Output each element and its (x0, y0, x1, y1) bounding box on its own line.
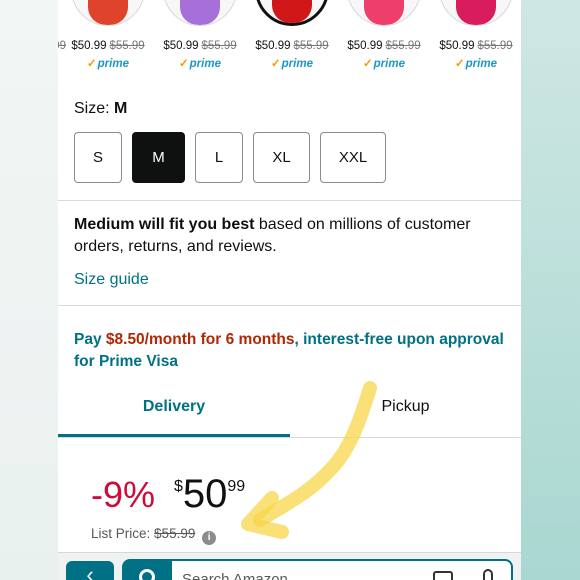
dress-image (456, 0, 496, 25)
divider (58, 437, 521, 438)
info-icon[interactable]: i (202, 531, 217, 545)
prime-check-icon: ✓ (179, 58, 189, 70)
chevron-left-icon: ‹ (86, 562, 94, 580)
prime-check-icon: ✓ (363, 58, 373, 70)
swatch-prices: $50.99 $55.99 (246, 40, 338, 52)
prime-badge: ✓prime (62, 56, 154, 70)
swatch-thumbnail[interactable] (163, 0, 237, 26)
color-swatch[interactable]: $50.99 $55.99 ✓prime (154, 0, 246, 80)
swatch-old-price: $55.99 (109, 40, 145, 52)
offer-prefix: Pay (74, 331, 106, 348)
size-option-xl[interactable]: XL (253, 132, 310, 183)
microphone-icon[interactable] (483, 569, 493, 580)
list-price-value: $55.99 (154, 526, 196, 541)
prime-label: prime (97, 58, 129, 70)
offer-monthly-amount: $8.50/month for 6 months (105, 331, 295, 348)
dress-image (272, 0, 312, 23)
prime-label: prime (189, 58, 221, 70)
swatch-price: $50.99 (255, 40, 291, 52)
swatch-thumbnail[interactable] (255, 0, 329, 26)
swatch-thumbnail[interactable] (71, 0, 145, 26)
swatch-price: $50.99 (163, 40, 199, 52)
swatch-old-price: $55.99 (385, 40, 421, 52)
color-swatch[interactable]: $50.99 $55.99 ✓prime (338, 0, 430, 80)
tab-pickup[interactable]: Pickup (290, 398, 521, 416)
swatch-price: $50.99 (439, 40, 475, 52)
prime-label: prime (373, 58, 405, 70)
size-label: Size: M (74, 100, 127, 118)
prime-badge: ✓prime (430, 56, 521, 70)
size-label-text: Size: (74, 100, 110, 117)
bottom-search-bar: ‹ Search Amazon (58, 552, 521, 580)
prime-label: prime (465, 58, 497, 70)
price-symbol: $ (174, 478, 183, 495)
divider (58, 200, 521, 201)
prime-badge: ✓prime (154, 56, 246, 70)
prime-check-icon: ✓ (87, 58, 97, 70)
swatch-prices: $50.99 $55.99 (154, 40, 246, 52)
swatch-prices: $50.99 $55.99 (62, 40, 154, 52)
swatch-old-price: $55.99 (201, 40, 237, 52)
dress-image (88, 0, 128, 25)
divider (58, 305, 521, 306)
size-option-l[interactable]: L (195, 132, 243, 183)
current-price: $5099 (174, 472, 245, 517)
prime-visa-offer[interactable]: Pay $8.50/month for 6 months, interest-f… (74, 329, 504, 373)
product-page: 99 $50.99$55.99✓prime$50.99$55.99✓prime$… (58, 0, 521, 580)
prime-badge: ✓prime (246, 56, 338, 70)
dress-image (180, 0, 220, 25)
search-placeholder: Search Amazon (182, 571, 288, 580)
size-option-m[interactable]: M (132, 132, 185, 183)
background-left (0, 0, 58, 580)
swatch-thumbnail[interactable] (347, 0, 421, 26)
size-option-xxl[interactable]: XXL (320, 132, 386, 183)
swatch-old-price: $55.99 (477, 40, 513, 52)
back-button[interactable]: ‹ (66, 561, 114, 580)
swatch-price: $50.99 (347, 40, 383, 52)
fit-recommendation: Medium will fit you best based on millio… (74, 214, 504, 258)
color-swatch[interactable]: $50.99 $55.99 ✓prime (246, 0, 338, 80)
prime-check-icon: ✓ (271, 58, 281, 70)
prime-label: prime (281, 58, 313, 70)
color-swatch[interactable]: $50.99 $55.99 ✓prime (430, 0, 521, 80)
size-selected-value: M (114, 100, 128, 117)
prime-check-icon: ✓ (455, 58, 465, 70)
color-swatch[interactable]: $50.99 $55.99 ✓prime (62, 0, 154, 80)
dress-image (364, 0, 404, 25)
background-right (520, 0, 580, 580)
size-option-s[interactable]: S (74, 132, 122, 183)
discount-percent: -9% (91, 474, 156, 515)
swatch-prices: $50.99 $55.99 (430, 40, 521, 52)
swatch-old-price: $55.99 (293, 40, 329, 52)
swatch-thumbnail[interactable] (439, 0, 513, 26)
size-guide-link[interactable]: Size guide (74, 271, 149, 289)
list-price-label: List Price: (91, 526, 151, 541)
fit-recommendation-bold: Medium will fit you best (74, 216, 255, 233)
swatch-prices: $50.99 $55.99 (338, 40, 430, 52)
color-swatch-row: 99 $50.99$55.99✓prime$50.99$55.99✓prime$… (58, 0, 521, 80)
search-input[interactable]: Search Amazon (122, 559, 513, 580)
price-whole: 50 (182, 472, 228, 516)
price-fraction: 99 (227, 478, 246, 495)
list-price: List Price: $55.99 i (91, 526, 217, 545)
search-icon[interactable] (124, 561, 172, 580)
prime-badge: ✓prime (338, 56, 430, 70)
camera-icon[interactable] (433, 571, 453, 580)
tab-delivery[interactable]: Delivery (58, 398, 290, 416)
swatch-price: $50.99 (71, 40, 107, 52)
